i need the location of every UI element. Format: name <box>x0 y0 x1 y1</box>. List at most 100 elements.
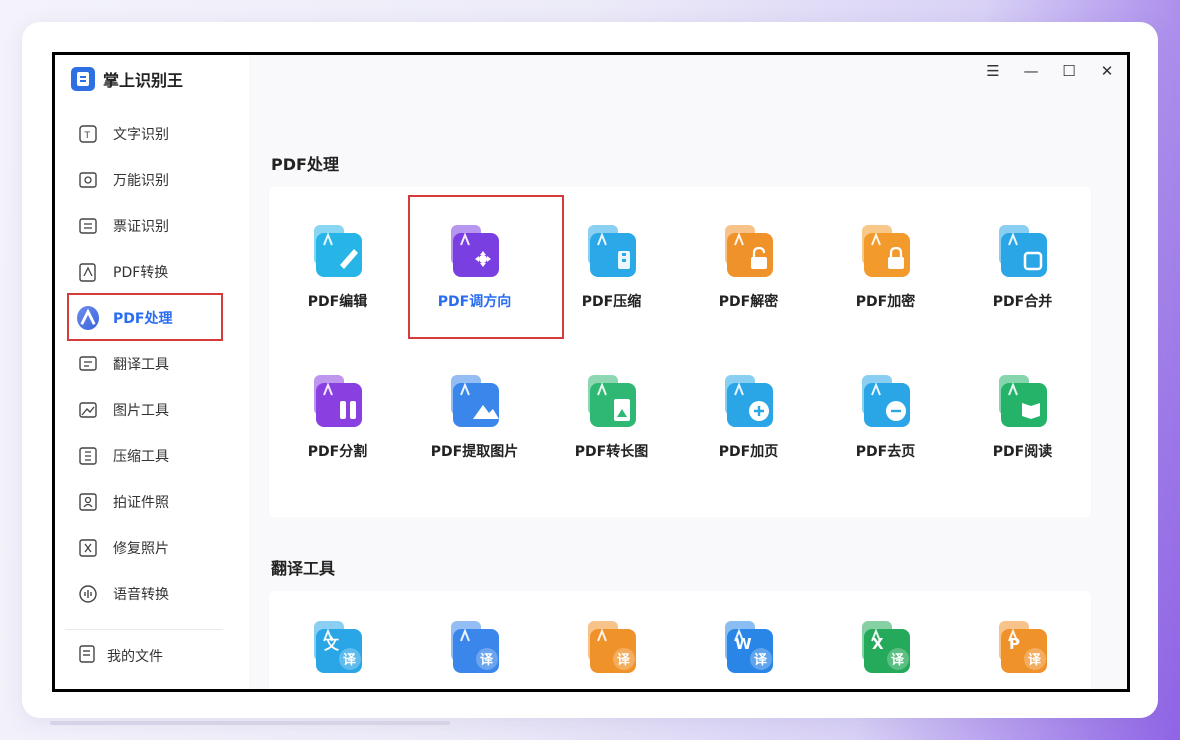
menu-icon[interactable]: ☰ <box>985 62 1001 80</box>
tool-label: PDF解密 <box>718 294 779 310</box>
ticket-icon <box>77 215 99 237</box>
id-photo-icon <box>77 491 99 513</box>
translate-tools-grid: 文译译译W译X译P译 <box>269 591 1091 689</box>
tool-pdf-rotate[interactable]: PDF调方向 <box>406 187 564 339</box>
pdf-long-image-icon <box>584 373 640 429</box>
tool-pdf-long-image[interactable]: PDF转长图 <box>543 337 680 487</box>
sidebar-item-9[interactable]: 修复照片 <box>55 525 249 571</box>
svg-text:译: 译 <box>891 653 905 668</box>
maximize-icon[interactable]: ☐ <box>1061 62 1077 80</box>
svg-text:X: X <box>872 635 884 653</box>
sidebar-item-1[interactable]: 万能识别 <box>55 157 249 203</box>
pdf-encrypt-icon <box>858 223 914 279</box>
sidebar-item-5[interactable]: 翻译工具 <box>55 341 249 387</box>
image-translate-icon: 译 <box>447 619 503 675</box>
horizontal-scrollbar[interactable] <box>50 721 450 725</box>
pdf-read-icon <box>995 373 1051 429</box>
sidebar-item-8[interactable]: 拍证件照 <box>55 479 249 525</box>
sidebar-item-label: 语音转换 <box>113 587 169 603</box>
pdf-decrypt-icon <box>721 223 777 279</box>
sidebar-item-10[interactable]: 语音转换 <box>55 571 249 617</box>
tool-pdf-edit[interactable]: PDF编辑 <box>269 187 406 337</box>
my-files-label: 我的文件 <box>107 649 163 665</box>
pdf-rotate-icon <box>447 223 503 279</box>
pdf-split-icon <box>310 373 366 429</box>
voice-icon <box>77 583 99 605</box>
tool-label: PDF加页 <box>718 444 779 460</box>
pdf-extract-image-icon <box>447 373 503 429</box>
main-content: ☰ — ☐ ✕ PDF处理 PDF编辑 PDF调方向 PDF压缩 PDF解密 PDF加密… <box>249 55 1127 689</box>
sidebar-item-label: 文字识别 <box>113 127 169 143</box>
sidebar-item-7[interactable]: 压缩工具 <box>55 433 249 479</box>
svg-text:译: 译 <box>754 653 768 668</box>
sidebar-item-6[interactable]: 图片工具 <box>55 387 249 433</box>
tool-pdf-split[interactable]: PDF分割 <box>269 337 406 487</box>
tool-pdf-read[interactable]: PDF阅读 <box>954 337 1091 487</box>
scan-search-icon <box>77 169 99 191</box>
tool-pdf-encrypt[interactable]: PDF加密 <box>817 187 954 337</box>
sidebar-item-label: 图片工具 <box>113 403 169 419</box>
sidebar: 掌上识别王 T 文字识别万能识别票证识别 PDF转换 PDF处理 翻译工具图片工具压缩工… <box>55 55 249 689</box>
tool-label: PDF压缩 <box>581 294 642 310</box>
section-title-translate: 翻译工具 <box>271 559 336 578</box>
tool-ppt-translate[interactable]: P译 <box>954 591 1091 689</box>
svg-text:译: 译 <box>1028 653 1042 668</box>
sidebar-item-label: 票证识别 <box>113 219 169 235</box>
section-title-pdf: PDF处理 <box>271 155 339 174</box>
tool-label: PDF合并 <box>992 294 1053 310</box>
tool-pdf-remove-page[interactable]: PDF去页 <box>817 337 954 487</box>
minimize-icon[interactable]: — <box>1023 62 1039 80</box>
tool-text-translate[interactable]: 文译 <box>269 591 406 689</box>
tool-excel-translate[interactable]: X译 <box>817 591 954 689</box>
sidebar-item-4[interactable]: PDF处理 <box>55 293 249 341</box>
tool-pdf-merge[interactable]: PDF合并 <box>954 187 1091 337</box>
window-controls: ☰ — ☐ ✕ <box>985 62 1115 80</box>
pdf-tools-panel: PDF编辑 PDF调方向 PDF压缩 PDF解密 PDF加密 PDF合并 PDF分割 PDF提… <box>269 187 1091 517</box>
close-icon[interactable]: ✕ <box>1099 62 1115 80</box>
app-logo-icon <box>71 67 95 91</box>
pdf-tools-grid: PDF编辑 PDF调方向 PDF压缩 PDF解密 PDF加密 PDF合并 PDF分割 PDF提… <box>269 187 1091 487</box>
sidebar-nav: T 文字识别万能识别票证识别 PDF转换 PDF处理 翻译工具图片工具压缩工具拍证件照修… <box>55 111 249 617</box>
tool-label: PDF提取图片 <box>430 444 519 460</box>
svg-text:译: 译 <box>617 653 631 668</box>
sidebar-item-label: 万能识别 <box>113 173 169 189</box>
ppt-translate-icon: P译 <box>995 619 1051 675</box>
pdf-convert-icon <box>77 261 99 283</box>
sidebar-item-3[interactable]: PDF转换 <box>55 249 249 295</box>
compress-icon <box>77 445 99 467</box>
sidebar-item-0[interactable]: T 文字识别 <box>55 111 249 157</box>
tool-pdf-add-page[interactable]: PDF加页 <box>680 337 817 487</box>
sidebar-item-label: 拍证件照 <box>113 495 169 511</box>
svg-text:文: 文 <box>324 635 340 653</box>
svg-text:P: P <box>1009 635 1020 653</box>
repair-photo-icon <box>77 537 99 559</box>
pdf-compress-icon <box>584 223 640 279</box>
excel-translate-icon: X译 <box>858 619 914 675</box>
pdf-translate-icon: 译 <box>584 619 640 675</box>
tool-pdf-translate[interactable]: 译 <box>543 591 680 689</box>
tool-label: PDF转长图 <box>574 444 649 460</box>
svg-text:译: 译 <box>343 653 357 668</box>
image-icon <box>77 399 99 421</box>
tool-label: PDF阅读 <box>992 444 1053 460</box>
sidebar-item-label: PDF转换 <box>113 265 169 281</box>
main-window: 掌上识别王 T 文字识别 万能识别 票证识别 PDF转换 PDF处理 翻译工具 图片工具 压缩工… <box>52 52 1130 692</box>
sidebar-divider <box>65 629 223 630</box>
pdf-remove-page-icon <box>858 373 914 429</box>
sidebar-item-2[interactable]: 票证识别 <box>55 203 249 249</box>
sidebar-item-label: 压缩工具 <box>113 449 169 465</box>
tool-pdf-extract-image[interactable]: PDF提取图片 <box>406 337 543 487</box>
sidebar-item-label: 修复照片 <box>113 541 169 557</box>
pdf-add-page-icon <box>721 373 777 429</box>
tool-pdf-compress[interactable]: PDF压缩 <box>543 187 680 337</box>
tool-pdf-decrypt[interactable]: PDF解密 <box>680 187 817 337</box>
tool-word-translate[interactable]: W译 <box>680 591 817 689</box>
translate-tools-panel: 文译译译W译X译P译 <box>269 591 1091 689</box>
file-list-icon <box>77 643 99 669</box>
active-highlight <box>67 293 223 341</box>
tool-image-translate[interactable]: 译 <box>406 591 543 689</box>
pdf-merge-icon <box>995 223 1051 279</box>
my-files-button[interactable]: 我的文件 <box>77 643 163 669</box>
app-title: 掌上识别王 <box>103 71 184 90</box>
translate-icon <box>77 353 99 375</box>
